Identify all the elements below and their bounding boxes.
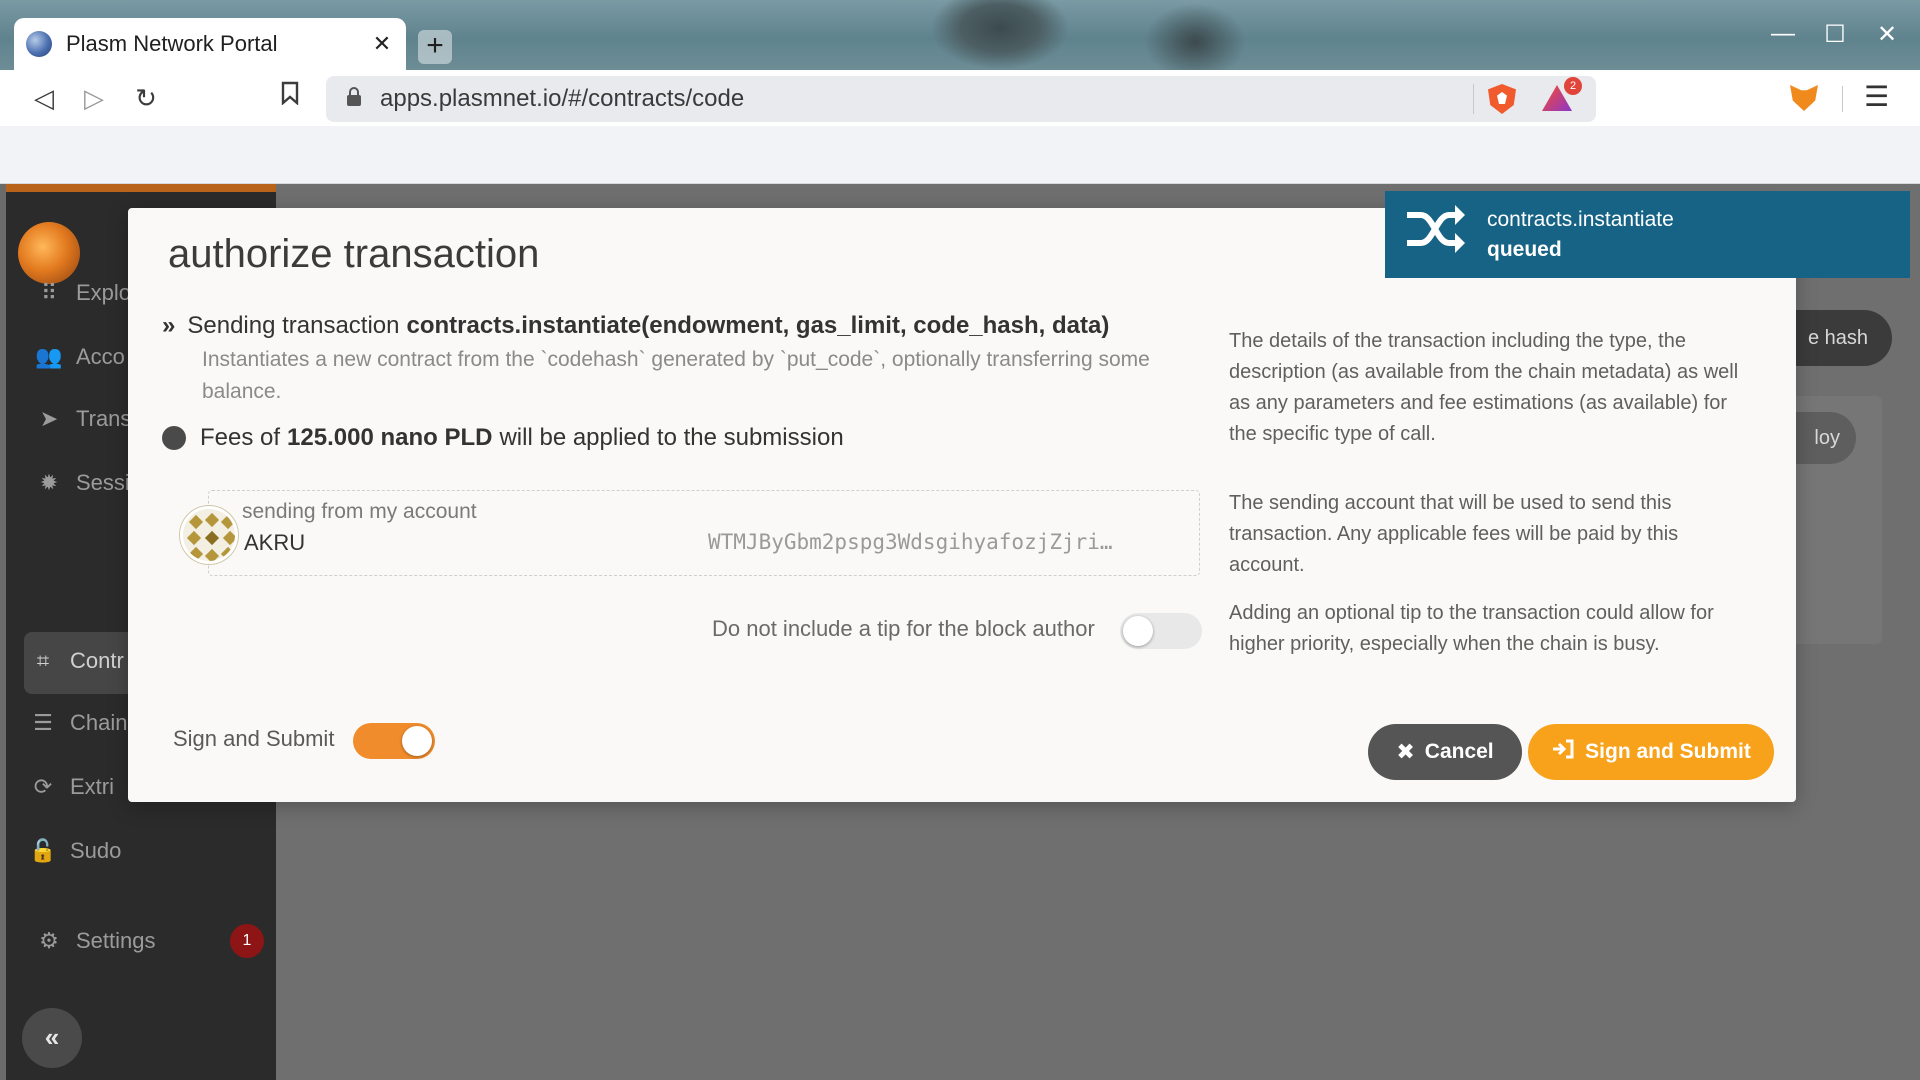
forward-icon[interactable]: ▷ <box>76 80 112 116</box>
modal-title: authorize transaction <box>168 232 540 276</box>
url-text: apps.plasmnet.io/#/contracts/code <box>380 85 745 112</box>
toast-title: contracts.instantiate <box>1487 207 1674 231</box>
sidebar-item-settings[interactable]: ⚙ Settings <box>34 928 156 954</box>
new-tab-button[interactable]: + <box>418 30 452 64</box>
sign-submit-toggle-label: Sign and Submit <box>173 726 335 751</box>
close-icon: ✖ <box>1396 739 1415 764</box>
sidebar-item-transfer[interactable]: ➤ Trans <box>34 406 132 432</box>
submit-label: Sign and Submit <box>1585 740 1751 763</box>
tab-close-icon[interactable]: ✕ <box>370 31 394 57</box>
help-transaction-details: The details of the transaction including… <box>1229 330 1739 445</box>
sidebar-item-label: Explo <box>76 280 132 305</box>
sync-icon: ⟳ <box>33 774 53 799</box>
address-bar[interactable]: apps.plasmnet.io/#/contracts/code 2 <box>326 76 1596 122</box>
metamask-fox-icon[interactable] <box>1790 85 1818 111</box>
browser-tabstrip: Plasm Network Portal ✕ + — ☐ ✕ <box>0 0 1920 70</box>
settings-badge: 1 <box>230 924 264 958</box>
sign-in-icon <box>1551 739 1575 765</box>
bookmark-icon[interactable] <box>272 80 308 116</box>
brave-rewards-icon[interactable]: 2 <box>1542 77 1582 113</box>
sidebar-item-label: Trans <box>76 406 132 431</box>
toggle-knob <box>1123 616 1153 646</box>
tab-title: Plasm Network Portal <box>66 31 278 56</box>
account-address: WTMJByGbm2pspg3WdsgihyafozjZjri… <box>708 530 1113 554</box>
toast-text: contracts.instantiate queued <box>1487 205 1674 265</box>
sidebar-item-label: Sessi <box>76 470 130 495</box>
bookmarks-bar <box>0 126 1920 184</box>
fee-summary: Fees of 125.000 nano PLD will be applied… <box>162 424 844 452</box>
sign-submit-toggle[interactable] <box>353 723 435 759</box>
sidebar-item-sudo[interactable]: 🔓 Sudo <box>28 838 121 864</box>
authorize-transaction-modal: authorize transaction » Sending transact… <box>128 208 1796 802</box>
fee-dot-icon <box>162 426 186 450</box>
sidebar-item-label: Sudo <box>70 838 122 863</box>
sidebar-item-session[interactable]: ✹ Sessi <box>34 470 130 496</box>
send-prefix: Sending transaction <box>187 312 400 339</box>
cancel-button[interactable]: ✖ Cancel <box>1368 724 1522 780</box>
window-close-button[interactable]: ✕ <box>1872 20 1902 49</box>
plasm-logo[interactable] <box>18 222 80 284</box>
unlock-icon: 🔓 <box>29 838 57 863</box>
account-identicon <box>180 506 238 564</box>
theme-background-art <box>930 0 1070 70</box>
database-icon: ☰ <box>33 710 53 735</box>
transaction-summary: » Sending transaction contracts.instanti… <box>162 312 1109 340</box>
send-icon: ➤ <box>39 406 59 431</box>
back-icon[interactable]: ◁ <box>26 80 62 116</box>
sidebar-item-label: Extri <box>70 774 114 799</box>
shuffle-icon <box>1405 203 1467 266</box>
toast-status: queued <box>1487 237 1562 261</box>
reload-icon[interactable]: ↻ <box>128 80 164 116</box>
browser-tab[interactable]: Plasm Network Portal ✕ <box>14 18 406 70</box>
cancel-label: Cancel <box>1424 740 1494 763</box>
settings-icon: ⚙ <box>39 928 59 953</box>
sign-and-submit-button[interactable]: Sign and Submit <box>1528 724 1774 780</box>
browser-toolbar: ◁ ▷ ↻ apps.plasmnet.io/#/contracts/code … <box>0 70 1920 126</box>
browser-menu-icon[interactable]: ☰ <box>1864 80 1889 113</box>
window-minimize-button[interactable]: — <box>1768 20 1798 48</box>
help-tip: Adding an optional tip to the transactio… <box>1229 602 1714 655</box>
sidebar-item-label: Contr <box>70 648 124 673</box>
toggle-knob <box>402 726 432 756</box>
account-label: sending from my account <box>242 500 477 523</box>
fee-suffix: will be applied to the submission <box>499 424 844 451</box>
lock-icon <box>346 86 362 112</box>
send-call: contracts.instantiate(endowment, gas_lim… <box>406 312 1110 339</box>
cog-icon: ✹ <box>39 470 59 495</box>
sidebar-item-contracts[interactable]: ⌗ Contr <box>28 648 124 674</box>
sidebar-item-accounts[interactable]: 👥 Acco <box>34 344 125 370</box>
transaction-status-toast[interactable]: contracts.instantiate queued <box>1385 191 1910 278</box>
sidebar-item-chain-state[interactable]: ☰ Chain <box>28 710 127 736</box>
window-maximize-button[interactable]: ☐ <box>1820 20 1850 49</box>
brave-shield-icon[interactable] <box>1488 84 1516 114</box>
sidebar-item-explorer[interactable]: ⠿ Explo <box>34 280 131 306</box>
account-name: AKRU <box>244 530 306 555</box>
sidebar-item-label: Acco <box>76 344 125 369</box>
tip-toggle-label: Do not include a tip for the block autho… <box>712 616 1095 641</box>
sidebar-item-label: Chain <box>70 710 128 735</box>
theme-background-art-2 <box>1140 0 1250 70</box>
collapse-sidebar-button[interactable]: « <box>22 1008 82 1068</box>
fee-prefix: Fees of <box>200 424 281 451</box>
sidebar-item-extrinsics[interactable]: ⟳ Extri <box>28 774 114 800</box>
users-icon: 👥 <box>35 344 63 369</box>
favicon-icon <box>26 31 52 57</box>
url-divider <box>1473 84 1474 114</box>
tip-toggle[interactable] <box>1120 613 1202 649</box>
call-description: Instantiates a new contract from the `co… <box>202 348 1150 403</box>
toolbar-divider <box>1842 86 1843 112</box>
sidebar-item-label: Settings <box>76 928 156 953</box>
contracts-icon: ⌗ <box>36 648 50 673</box>
help-sending-account: The sending account that will be used to… <box>1229 492 1679 576</box>
fee-amount: 125.000 nano PLD <box>287 424 493 451</box>
double-chevron-right-icon: » <box>162 312 176 339</box>
rewards-badge: 2 <box>1564 77 1582 95</box>
grid-icon: ⠿ <box>40 280 58 305</box>
